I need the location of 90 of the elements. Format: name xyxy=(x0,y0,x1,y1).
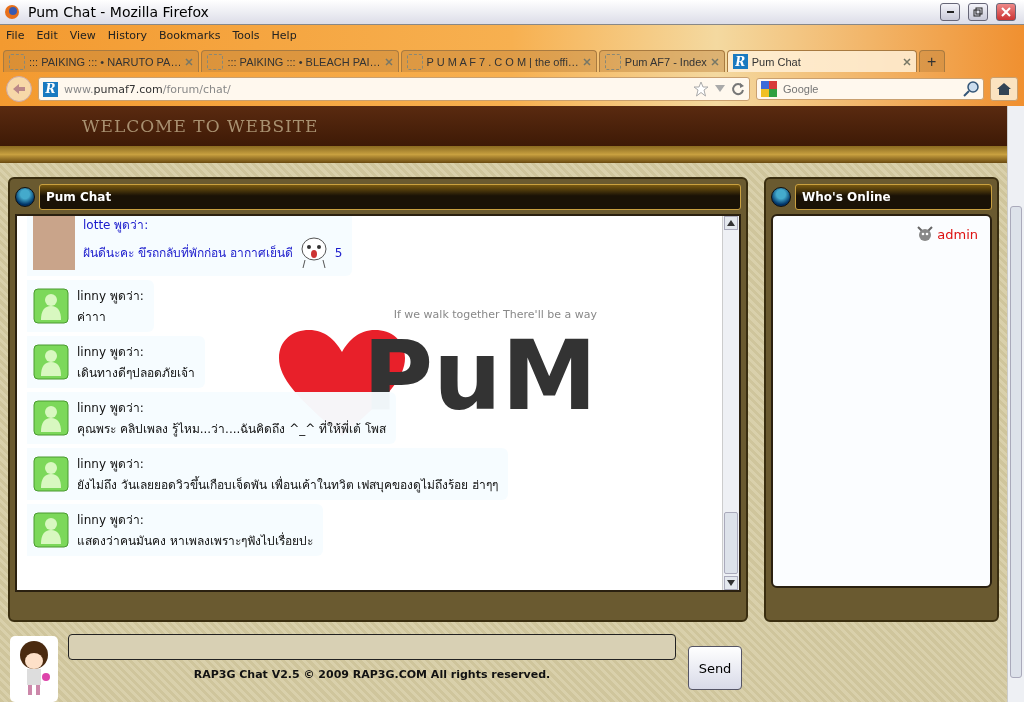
browser-tab[interactable]: P U M A F 7 . C O M | the offi… xyxy=(400,50,597,72)
message-author: lotte พูดว่า: xyxy=(83,216,150,234)
person-icon xyxy=(33,400,69,436)
send-button[interactable]: Send xyxy=(688,646,742,690)
blank-page-icon xyxy=(9,53,25,70)
message-text: คุณพระ คลิปเพลง รู้ไหม...ว่า....ฉันคิดถึง ^_^ ที่ให้พี่เต้ โพส xyxy=(77,419,386,438)
down-arrow-icon xyxy=(727,579,735,586)
tab-label: Pum AF7 - Index xyxy=(624,55,707,68)
menu-item[interactable]: Tools xyxy=(232,29,260,42)
message-author: linny พูดว่า: xyxy=(77,400,145,417)
menu-item[interactable]: View xyxy=(69,29,96,42)
menu-item[interactable]: Bookmarks xyxy=(159,29,221,42)
url-text: www.pumaf7.com/forum/chat/ xyxy=(64,82,231,96)
blank-page-icon xyxy=(604,53,621,70)
tab-label: P U M A F 7 . C O M | the offi… xyxy=(426,55,579,68)
blank-page-icon xyxy=(406,53,423,70)
scroll-up-button[interactable] xyxy=(724,216,738,230)
site-logo: R xyxy=(43,81,58,97)
copyright-text: RAP3G Chat V2.5 © 2009 RAP3G.COM All rights reserved. xyxy=(193,668,551,681)
message-extra: 5 xyxy=(334,245,343,260)
tab-label: Pum Chat xyxy=(751,55,802,68)
blank-page-icon xyxy=(207,53,224,70)
person-icon xyxy=(33,512,69,548)
browser-logo-icon xyxy=(4,4,20,20)
menu-item[interactable]: Edit xyxy=(36,29,58,42)
page-scrollbar[interactable] xyxy=(1007,106,1024,702)
online-user[interactable]: admin xyxy=(937,226,978,242)
address-bar[interactable]: R www.pumaf7.com/forum/chat/ xyxy=(38,77,750,101)
site-logo: R xyxy=(732,54,748,69)
cartoon-avatar-icon xyxy=(10,636,58,702)
message-author: linny พูดว่า: xyxy=(77,288,144,305)
close-button[interactable] xyxy=(996,3,1016,21)
message-author: linny พูดว่า: xyxy=(77,456,145,473)
back-arrow-icon xyxy=(12,83,26,95)
message-text: ค่าาา xyxy=(77,309,106,326)
devil-face-icon xyxy=(917,226,934,242)
tab-label: ::: PAIKING ::: • BLEACH PAI… xyxy=(227,55,381,68)
minimize-button[interactable] xyxy=(940,3,960,21)
minimize-icon xyxy=(946,11,954,13)
message-author: linny พูดว่า: xyxy=(77,344,145,361)
photo-placeholder xyxy=(33,216,75,270)
back-button[interactable] xyxy=(6,76,32,102)
panel-title: Pum Chat xyxy=(39,184,741,210)
emoticon-icon xyxy=(298,235,329,270)
tab-label: ::: PAIKING ::: • NARUTO PA… xyxy=(29,55,182,68)
message-text: เดินทางดีๆปลอดภัยเจ้า xyxy=(77,365,195,382)
person-icon xyxy=(33,344,69,380)
window-title: Pum Chat - Mozilla Firefox xyxy=(28,4,210,20)
scrollbar-track[interactable] xyxy=(722,216,739,590)
search-engine-icon xyxy=(761,81,777,97)
close-tab-icon[interactable] xyxy=(902,57,911,66)
person-icon xyxy=(33,288,69,324)
close-tab-icon[interactable] xyxy=(384,57,393,66)
orb-icon xyxy=(15,187,35,207)
restore-button[interactable] xyxy=(968,3,988,21)
browser-tab[interactable]: R Pum Chat xyxy=(726,50,917,72)
home-icon xyxy=(996,82,1012,96)
restore-icon xyxy=(973,7,983,17)
close-tab-icon[interactable] xyxy=(185,57,194,66)
new-tab-button[interactable]: + xyxy=(918,50,945,72)
site-header-title: WELCOME TO WEBSITE xyxy=(82,116,319,137)
browser-tab[interactable]: ::: PAIKING ::: • BLEACH PAI… xyxy=(201,50,399,72)
close-tab-icon[interactable] xyxy=(710,57,719,66)
close-tab-icon[interactable] xyxy=(582,57,591,66)
menu-item[interactable]: Help xyxy=(271,29,297,42)
person-icon xyxy=(33,456,69,492)
scroll-down-button[interactable] xyxy=(724,576,738,590)
search-field[interactable]: Google xyxy=(781,82,959,96)
message-author: linny พูดว่า: xyxy=(77,512,145,529)
home-button[interactable] xyxy=(990,77,1018,101)
orb-icon xyxy=(771,187,791,207)
search-icon[interactable] xyxy=(963,81,979,97)
browser-tab[interactable]: Pum AF7 - Index xyxy=(598,50,725,72)
scroll-thumb[interactable] xyxy=(1010,206,1022,678)
message-input[interactable] xyxy=(68,634,676,660)
menu-item[interactable]: File xyxy=(6,29,25,42)
close-icon xyxy=(1001,7,1011,17)
dropdown-icon[interactable] xyxy=(715,85,725,93)
banner-tagline: If we walk together There'll be a way xyxy=(393,308,597,321)
up-arrow-icon xyxy=(727,219,735,226)
message-text: แสดงว่าคนมันคง หาเพลงเพราะๆฟังไปเรื่อยปะ xyxy=(77,531,313,550)
search-box[interactable]: Google xyxy=(756,78,984,100)
menu-item[interactable]: History xyxy=(107,29,147,42)
message-text: ยังไม่ถึง วันเลยยอดวิวขึ้นเกือบเจ็ดพัน เพื่อนเค้าในทวิต เฟสบุคของดูไม่ถึงร้อย ฮ่าๆๆ xyxy=(77,475,499,494)
star-icon[interactable] xyxy=(693,81,709,97)
browser-tab[interactable]: ::: PAIKING ::: • NARUTO PA… xyxy=(3,50,200,72)
reload-icon[interactable] xyxy=(731,82,745,96)
scroll-thumb[interactable] xyxy=(724,512,738,574)
panel-title: Who's Online xyxy=(795,184,992,210)
message-text: ฝันดีนะคะ ขึรถกลับที่พักก่อน อากาศเย็นดี xyxy=(83,243,293,262)
